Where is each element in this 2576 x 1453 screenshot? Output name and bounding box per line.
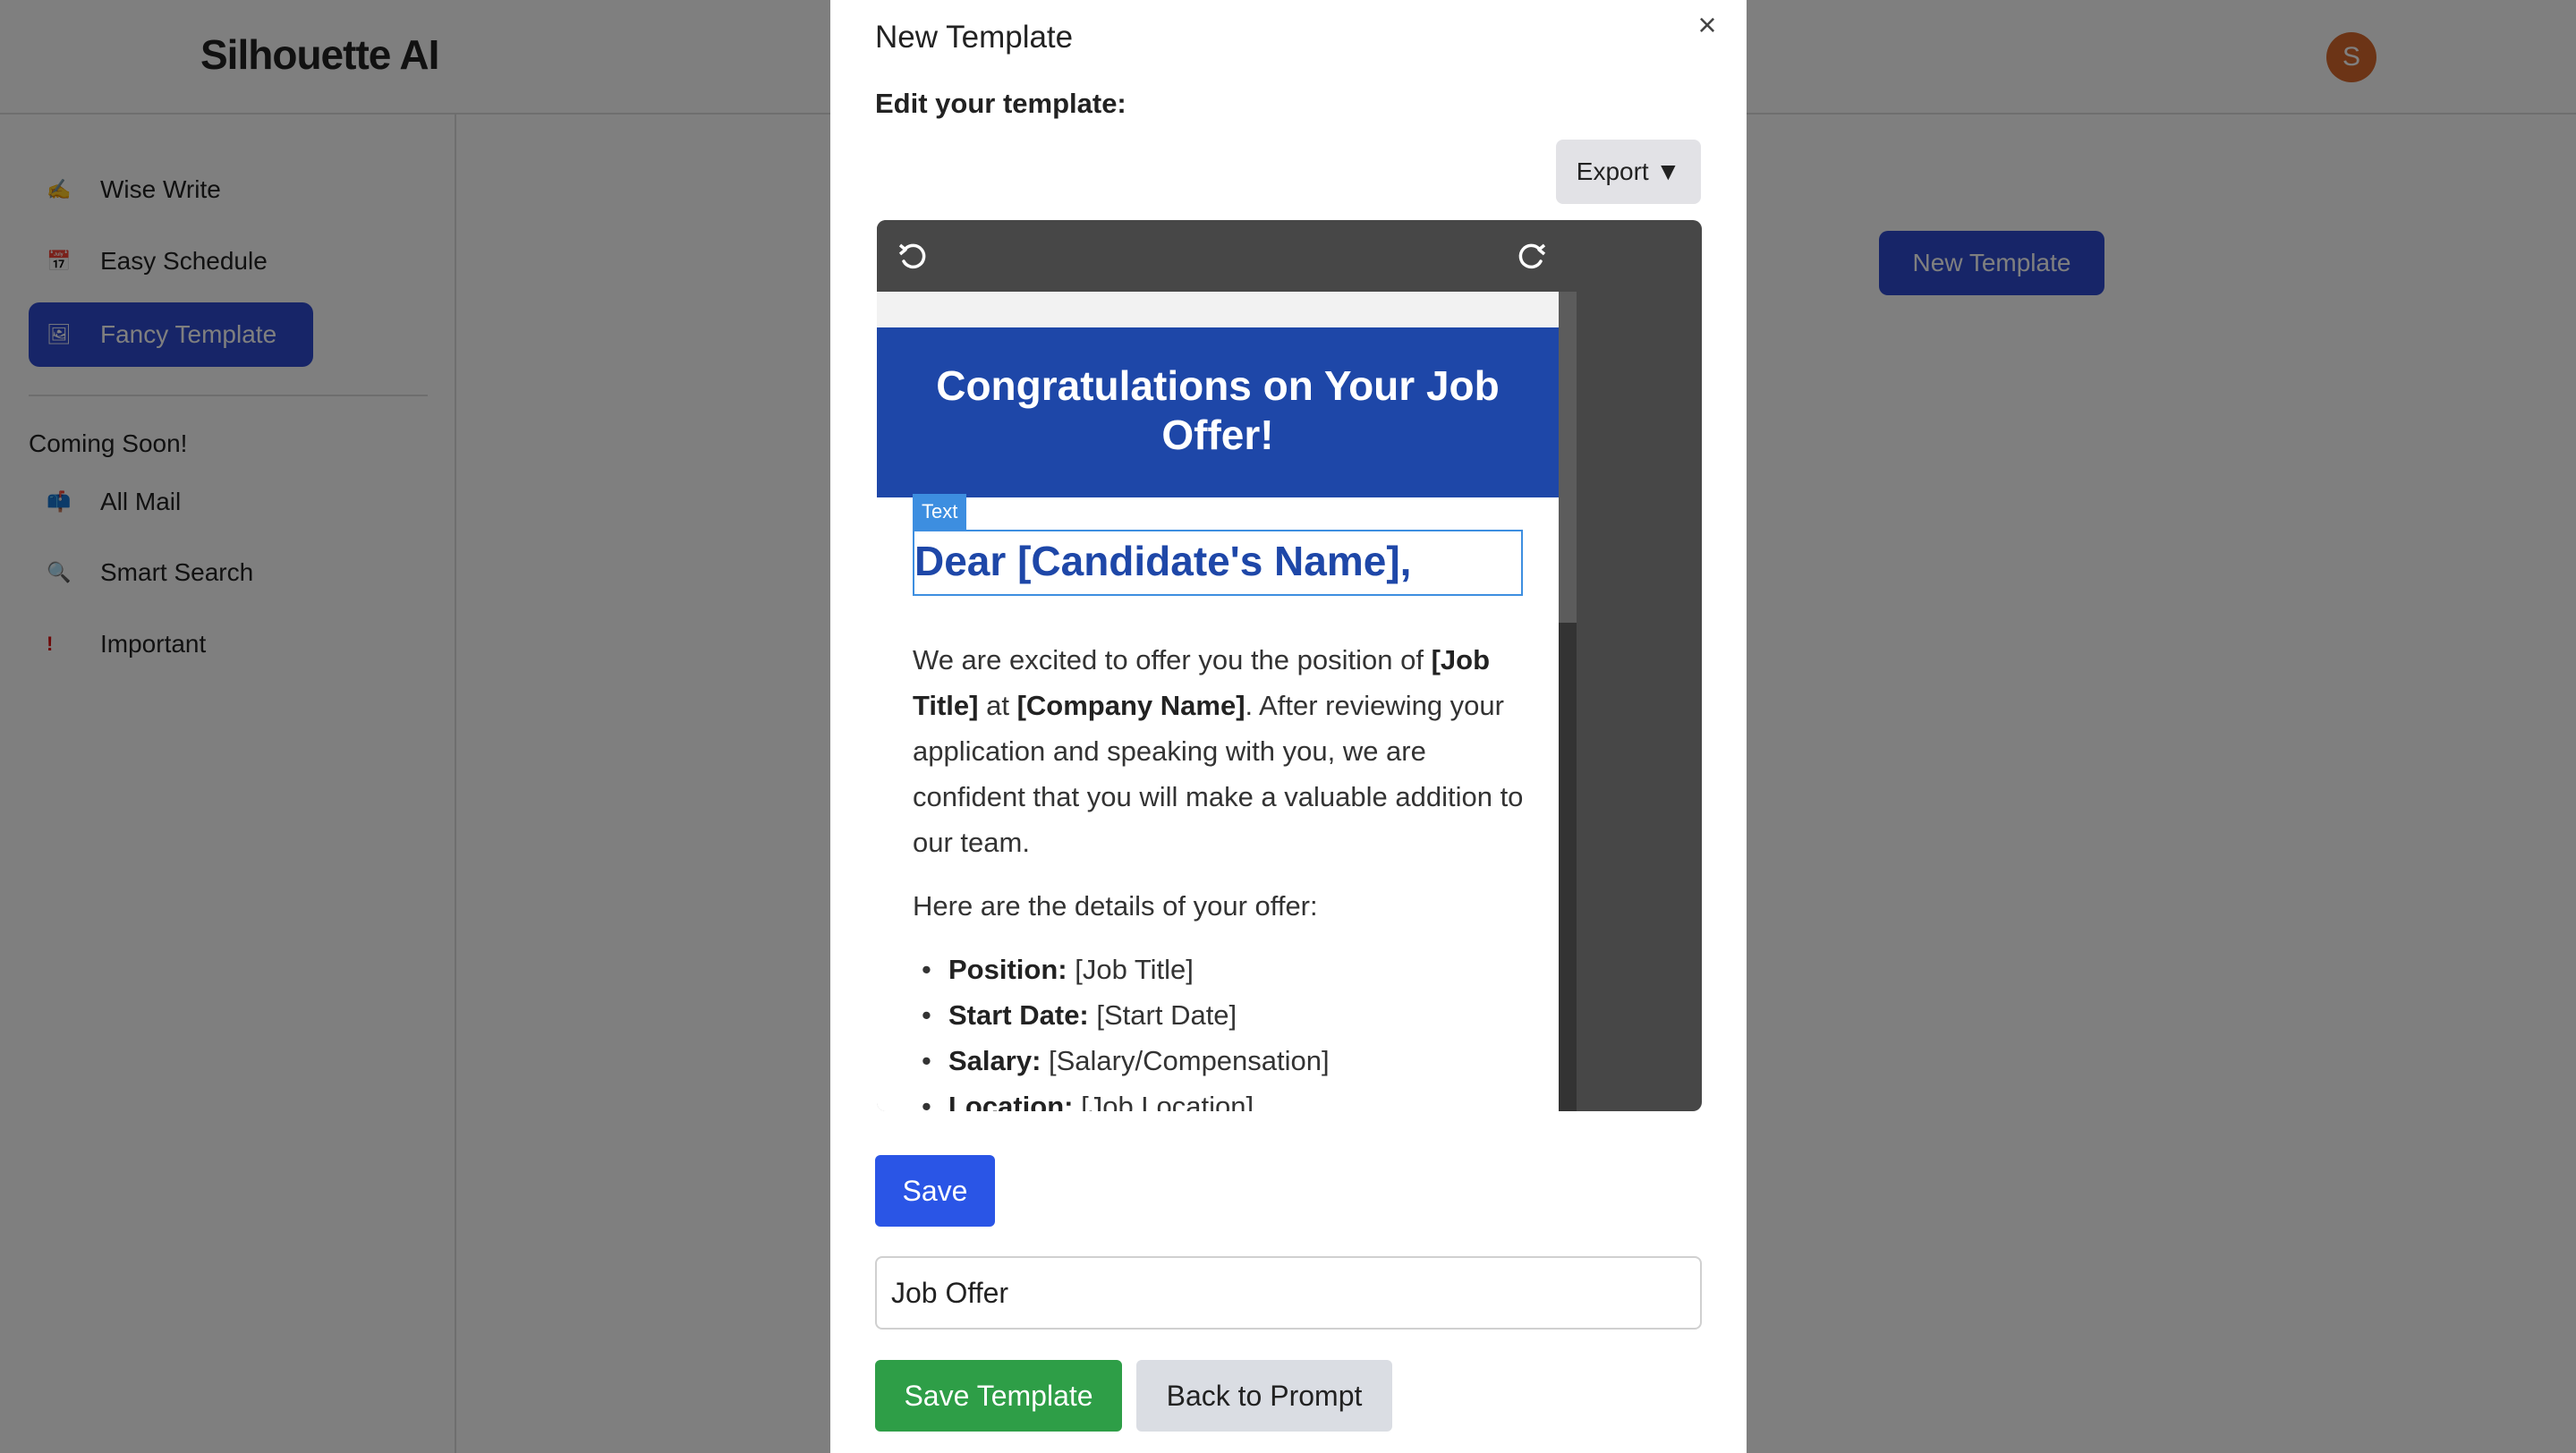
editor-canvas[interactable]: Congratulations on Your Job Offer! Text … — [877, 292, 1559, 1111]
editor-toolbar — [877, 220, 1573, 292]
modal-title: New Template — [875, 20, 1074, 55]
template-editor: Congratulations on Your Job Offer! Text … — [877, 220, 1702, 1111]
new-template-modal: New Template × Edit your template: Expor… — [830, 0, 1747, 1453]
edit-template-label: Edit your template: — [875, 88, 1126, 119]
email-preview: Congratulations on Your Job Offer! Text … — [877, 327, 1559, 1111]
list-item: • Salary: [Salary/Compensation] — [922, 1045, 1330, 1076]
save-template-button[interactable]: Save Template — [875, 1360, 1122, 1432]
email-details-intro[interactable]: Here are the details of your offer: — [913, 883, 1530, 929]
list-item: • Position: [Job Title] — [922, 954, 1194, 985]
export-dropdown-button[interactable]: Export ▼ — [1556, 140, 1701, 204]
back-to-prompt-button[interactable]: Back to Prompt — [1136, 1360, 1392, 1432]
list-item: • Location: [Job Location] — [922, 1091, 1254, 1111]
redo-icon[interactable] — [1514, 238, 1550, 274]
editor-scrollbar[interactable] — [1559, 292, 1577, 1111]
text-block-tag: Text — [913, 494, 967, 530]
list-item: • Start Date: [Start Date] — [922, 999, 1237, 1031]
save-button[interactable]: Save — [875, 1155, 995, 1227]
email-header[interactable]: Congratulations on Your Job Offer! — [877, 327, 1559, 497]
email-intro-paragraph[interactable]: We are excited to offer you the position… — [913, 637, 1530, 865]
offer-details-list[interactable]: • Position: [Job Title] • Start Date: [Sta… — [922, 947, 1530, 1111]
scrollbar-thumb[interactable] — [1559, 292, 1577, 623]
close-icon[interactable]: × — [1689, 7, 1725, 43]
template-name-input[interactable] — [875, 1256, 1702, 1330]
undo-icon[interactable] — [895, 238, 931, 274]
email-greeting[interactable]: Dear [Candidate's Name], — [914, 537, 1411, 585]
selected-text-block[interactable]: Dear [Candidate's Name], — [913, 530, 1523, 596]
